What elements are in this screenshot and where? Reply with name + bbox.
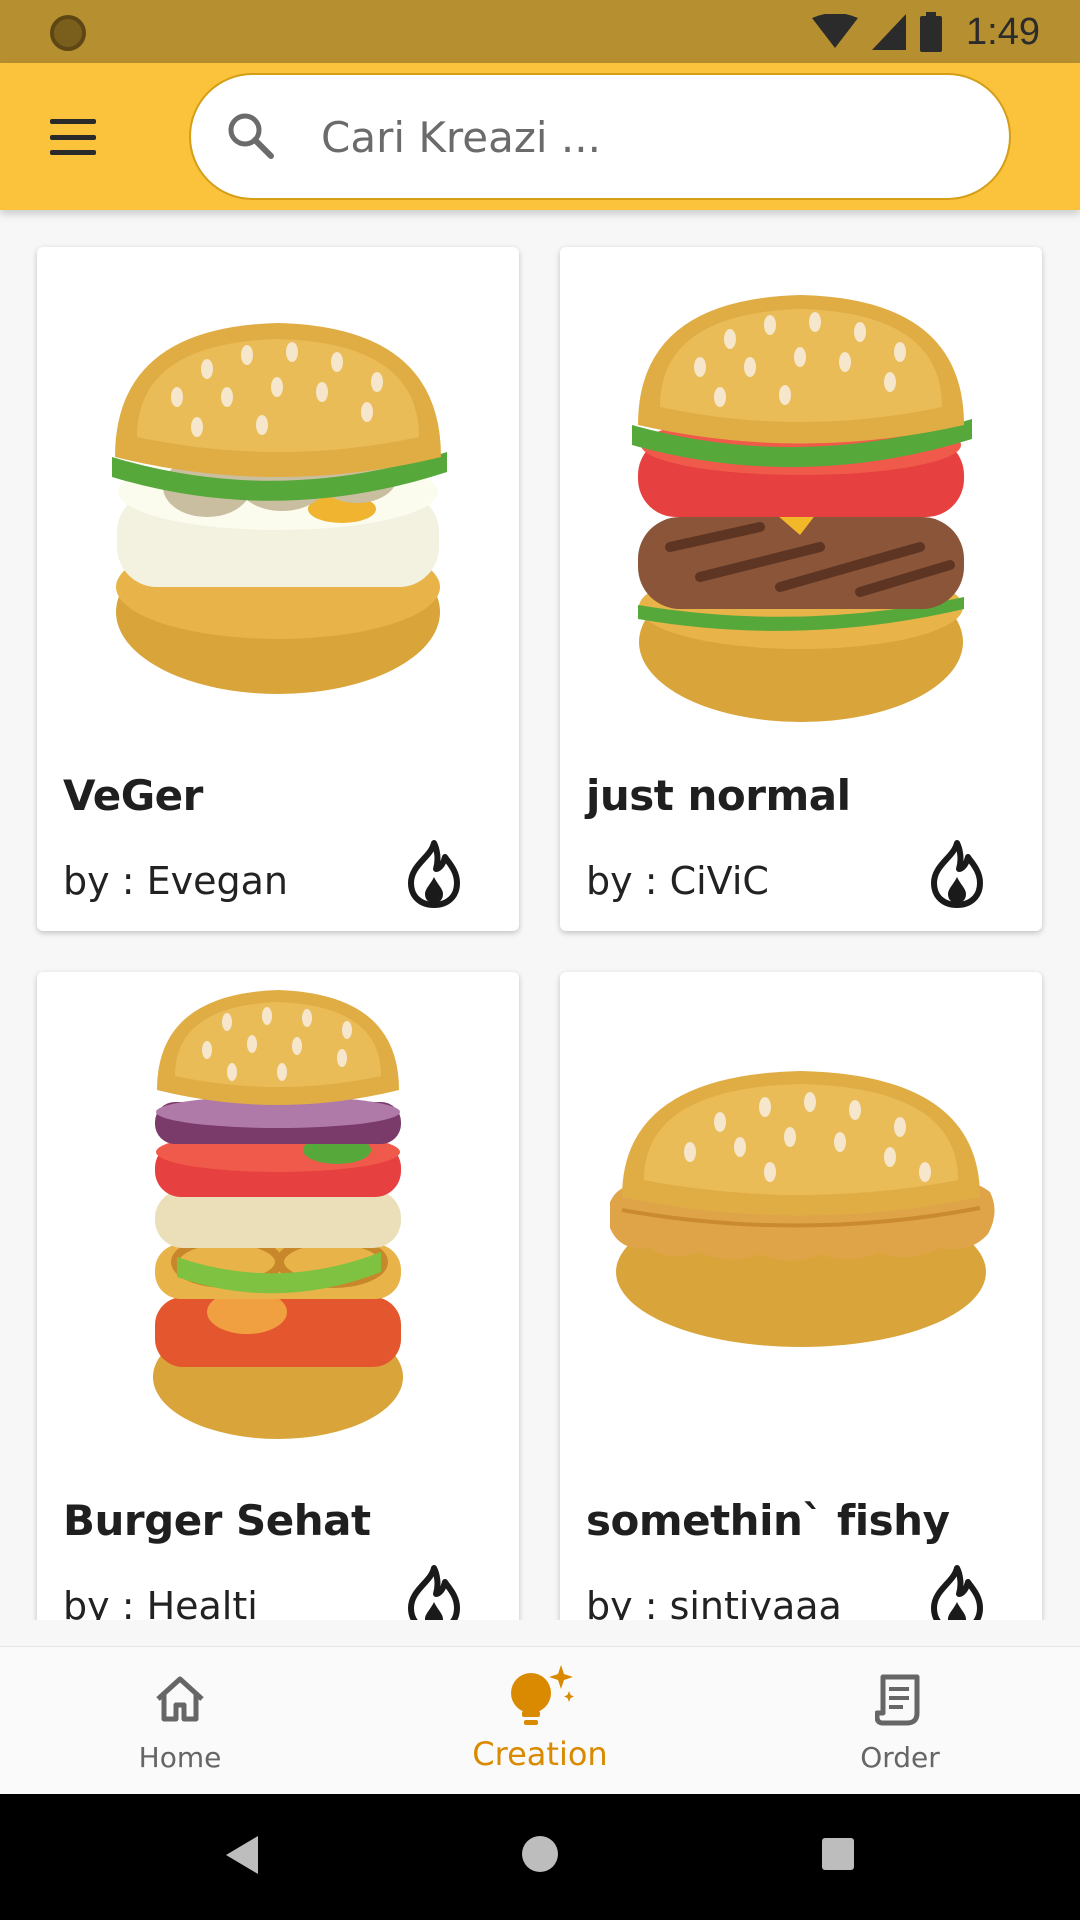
creation-title: just normal <box>586 771 851 820</box>
creation-author: by : Healti <box>63 1584 258 1620</box>
nav-label-home: Home <box>138 1741 222 1774</box>
receipt-icon <box>875 1674 920 1726</box>
creation-author: by : sintiyaaa <box>586 1584 842 1620</box>
wifi-icon <box>812 14 859 48</box>
nav-label-creation: Creation <box>472 1735 608 1773</box>
creation-title: Burger Sehat <box>63 1496 371 1545</box>
menu-line <box>50 134 96 140</box>
veggie-burger-image <box>112 323 447 694</box>
fire-icon[interactable] <box>403 839 465 909</box>
creation-card[interactable]: somethin` fishy by : sintiyaaa <box>560 972 1042 1620</box>
notification-icon <box>50 15 86 51</box>
menu-line <box>50 119 96 124</box>
healthy-burger-image <box>153 990 403 1439</box>
creation-card[interactable]: just normal by : CiViC <box>560 247 1042 931</box>
fire-icon[interactable] <box>926 1564 988 1620</box>
bottom-nav: Home Creation Order <box>0 1646 1080 1794</box>
home-button-icon[interactable] <box>522 1836 558 1872</box>
fire-icon[interactable] <box>403 1564 465 1620</box>
back-icon[interactable] <box>226 1836 258 1874</box>
beef-burger-image <box>632 295 972 722</box>
signal-icon <box>872 14 907 50</box>
menu-line <box>50 150 96 155</box>
system-navigation-bar <box>0 1794 1080 1920</box>
fire-icon[interactable] <box>926 839 988 909</box>
creation-grid: VeGer by : Evegan just normal by: CiViC… <box>0 210 1080 1620</box>
app-bar <box>0 63 1080 210</box>
lightbulb-icon <box>511 1665 574 1725</box>
nav-item-home[interactable]: Home <box>0 1647 360 1795</box>
creation-title: somethin` fishy <box>586 1496 950 1545</box>
creation-author: by : CiViC <box>586 859 769 903</box>
hamburger-menu-icon[interactable] <box>40 111 106 163</box>
nav-item-order[interactable]: Order <box>720 1647 1080 1795</box>
creation-card[interactable]: VeGer by : Evegan <box>37 247 519 931</box>
status-bar: 1:49 <box>0 0 1080 63</box>
search-input[interactable] <box>321 93 961 181</box>
nav-item-creation[interactable]: Creation <box>360 1647 720 1795</box>
nav-label-order: Order <box>860 1741 940 1774</box>
creation-author: by : Evegan <box>63 859 288 903</box>
creation-title: VeGer <box>63 771 203 820</box>
search-icon <box>228 113 274 159</box>
home-icon <box>156 1676 204 1722</box>
recents-icon[interactable] <box>822 1838 854 1870</box>
status-icons: 1:49 <box>812 8 1040 56</box>
battery-icon <box>920 12 943 52</box>
creation-card[interactable]: Burger Sehat by : Healti <box>37 972 519 1620</box>
fish-burger-image <box>610 1071 995 1347</box>
search-box[interactable] <box>189 73 1011 200</box>
clock: 1:49 <box>966 10 1040 53</box>
